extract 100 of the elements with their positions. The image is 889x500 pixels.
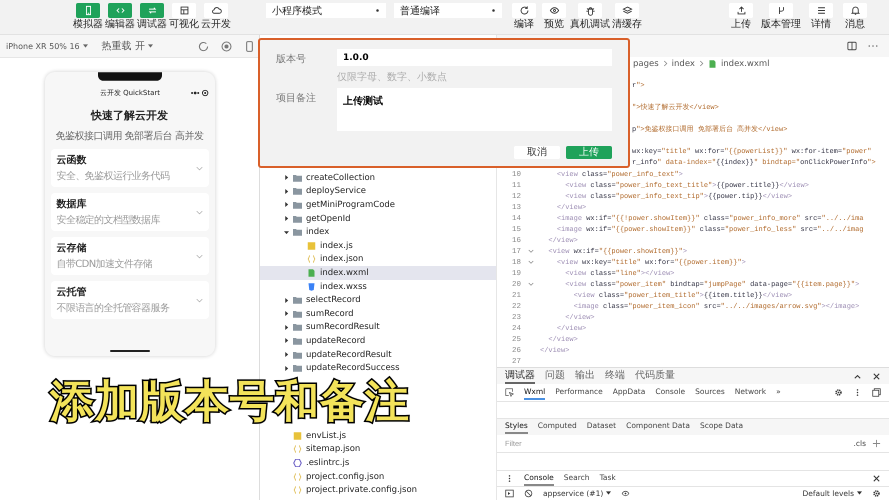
breadcrumb-item[interactable]: pages (633, 58, 659, 68)
file-icon (293, 432, 302, 440)
bug-icon (584, 5, 596, 16)
breadcrumb-item[interactable]: index.wxml (720, 58, 770, 68)
settings-icon[interactable] (872, 488, 881, 498)
eye-icon[interactable] (621, 488, 630, 498)
toolbar-button[interactable]: 调试器 (137, 3, 167, 31)
settings-icon[interactable] (834, 388, 843, 397)
dock-icon[interactable] (872, 388, 881, 397)
bell-icon (850, 5, 860, 16)
tree-item[interactable]: deployService (260, 184, 496, 198)
close-icon[interactable] (872, 474, 881, 483)
tree-item[interactable]: createCollection (260, 171, 496, 185)
file-icon (307, 242, 316, 250)
toolbar-button[interactable]: 云开发 (201, 3, 231, 31)
page-subheading: 免鉴权接口调用 免部署后台 高并发 (54, 130, 204, 143)
card-title: 云托管 (56, 286, 88, 299)
field-hint: 仅限字母、数字、小数点 (337, 70, 448, 84)
mode-dropdown[interactable]: 小程序模式 (266, 3, 386, 18)
tree-item[interactable]: getMiniProgramCode (260, 198, 496, 212)
debugger-tab[interactable]: 调试器 (505, 368, 535, 384)
tree-item[interactable]: updateRecordSuccess (260, 361, 496, 375)
home-indicator (110, 350, 150, 352)
split-editor-icon[interactable] (846, 40, 858, 52)
toolbar-button[interactable]: 消息 (841, 3, 869, 31)
tree-item[interactable]: sumRecordResult (260, 320, 496, 334)
feature-card[interactable]: 云函数 安全、免鉴权运行业务代码 (50, 149, 208, 187)
tree-item[interactable]: updateRecordResult (260, 348, 496, 362)
tree-item[interactable]: updateRecord (260, 334, 496, 348)
card-description: 不限语言的全托管容器服务 (56, 302, 170, 315)
toolbar-button[interactable]: 预览 (540, 3, 568, 31)
card-title: 云存储 (56, 242, 88, 255)
tree-item[interactable]: getOpenId (260, 212, 496, 226)
tree-item[interactable]: index.js (260, 238, 496, 253)
tree-item[interactable]: index.wxss (260, 280, 496, 294)
inspect-icon[interactable] (505, 388, 514, 397)
file-icon (708, 60, 717, 68)
fold-chevron-icon[interactable] (528, 282, 534, 287)
hot-reload-dropdown[interactable]: 热重载 开 (102, 39, 153, 53)
chevron-down-icon (196, 210, 202, 214)
toolbar-button[interactable]: 上传 (727, 3, 755, 31)
eye-icon (548, 5, 560, 16)
cloud-icon (210, 5, 222, 16)
card-description: 安全、免鉴权运行业务代码 (56, 170, 170, 183)
clear-icon[interactable] (524, 488, 533, 498)
tree-item[interactable]: sitemap.json (260, 442, 496, 456)
chevron-down-icon (196, 166, 202, 170)
card-title: 云函数 (56, 154, 88, 167)
plus-icon[interactable] (872, 439, 881, 448)
toolbar-button[interactable]: 编译 (510, 3, 538, 31)
device-dropdown[interactable]: iPhone XR 50% 16 (6, 42, 88, 50)
toolbar-button[interactable]: 详情 (807, 3, 835, 31)
tree-item[interactable]: envList.js (260, 429, 496, 443)
chevron-down-icon (196, 298, 202, 302)
sidebar-toggle-icon[interactable] (505, 488, 514, 498)
tree-item[interactable]: selectRecord (260, 293, 496, 307)
version-field[interactable]: 1.0.0 (337, 49, 612, 66)
braces-icon (307, 255, 316, 264)
layers-icon (622, 5, 632, 16)
tree-item[interactable]: index.json (260, 252, 496, 266)
tree-item[interactable]: index (260, 225, 496, 239)
upload-icon (736, 5, 746, 16)
toolbar-button[interactable]: 模拟器 (73, 3, 103, 31)
chevron-right-icon (698, 60, 704, 67)
menu-icon (816, 5, 826, 16)
debugger-tab[interactable]: 问题 (545, 368, 565, 384)
cancel-button[interactable]: 取消 (514, 146, 560, 159)
refresh-icon[interactable] (196, 40, 210, 52)
tree-item[interactable]: index.wxml (260, 266, 496, 280)
toolbar-button[interactable]: 真机调试 (570, 3, 610, 31)
feature-card[interactable]: 云存储 自带CDN加速文件存储 (50, 237, 208, 275)
braces-icon (293, 486, 302, 494)
phone-notch (98, 72, 162, 81)
breadcrumb-item[interactable]: index (672, 58, 695, 68)
toolbar-button[interactable]: 可视化 (169, 3, 199, 31)
tree-item[interactable]: .eslintrc.js (260, 456, 496, 470)
close-icon[interactable] (872, 372, 881, 380)
debugger-tab[interactable]: 输出 (575, 368, 595, 384)
hexagon-icon (293, 459, 302, 468)
record-icon[interactable] (220, 40, 233, 52)
feature-card[interactable]: 云托管 不限语言的全托管容器服务 (50, 281, 208, 319)
video-caption: 添加版本号和备注 (50, 379, 410, 425)
debugger-tab[interactable]: 终端 (605, 368, 625, 384)
feature-card[interactable]: 数据库 安全稳定的文档型数据库 (50, 193, 208, 231)
chevron-right-icon (662, 60, 668, 67)
toolbar-button[interactable]: 清缓存 (612, 3, 642, 31)
tree-item[interactable]: project.private.config.json (260, 483, 496, 497)
toolbar-button[interactable]: 版本管理 (761, 3, 801, 31)
notes-field[interactable]: 上传测试 (337, 88, 612, 131)
tree-item[interactable]: project.config.json (260, 470, 496, 484)
fold-chevron-icon[interactable] (528, 249, 534, 254)
refresh-icon (518, 5, 530, 16)
field-label: 版本号 (276, 52, 307, 67)
toolbar-button[interactable]: 编辑器 (105, 3, 135, 31)
field-label: 项目备注 (276, 92, 317, 106)
compile-dropdown[interactable]: 普通编译 (394, 3, 502, 18)
fold-chevron-icon[interactable] (528, 260, 534, 265)
tree-item[interactable]: sumRecord (260, 306, 496, 321)
capsule-menu-icon[interactable] (188, 89, 208, 97)
debugger-tab[interactable]: 代码质量 (635, 368, 675, 384)
